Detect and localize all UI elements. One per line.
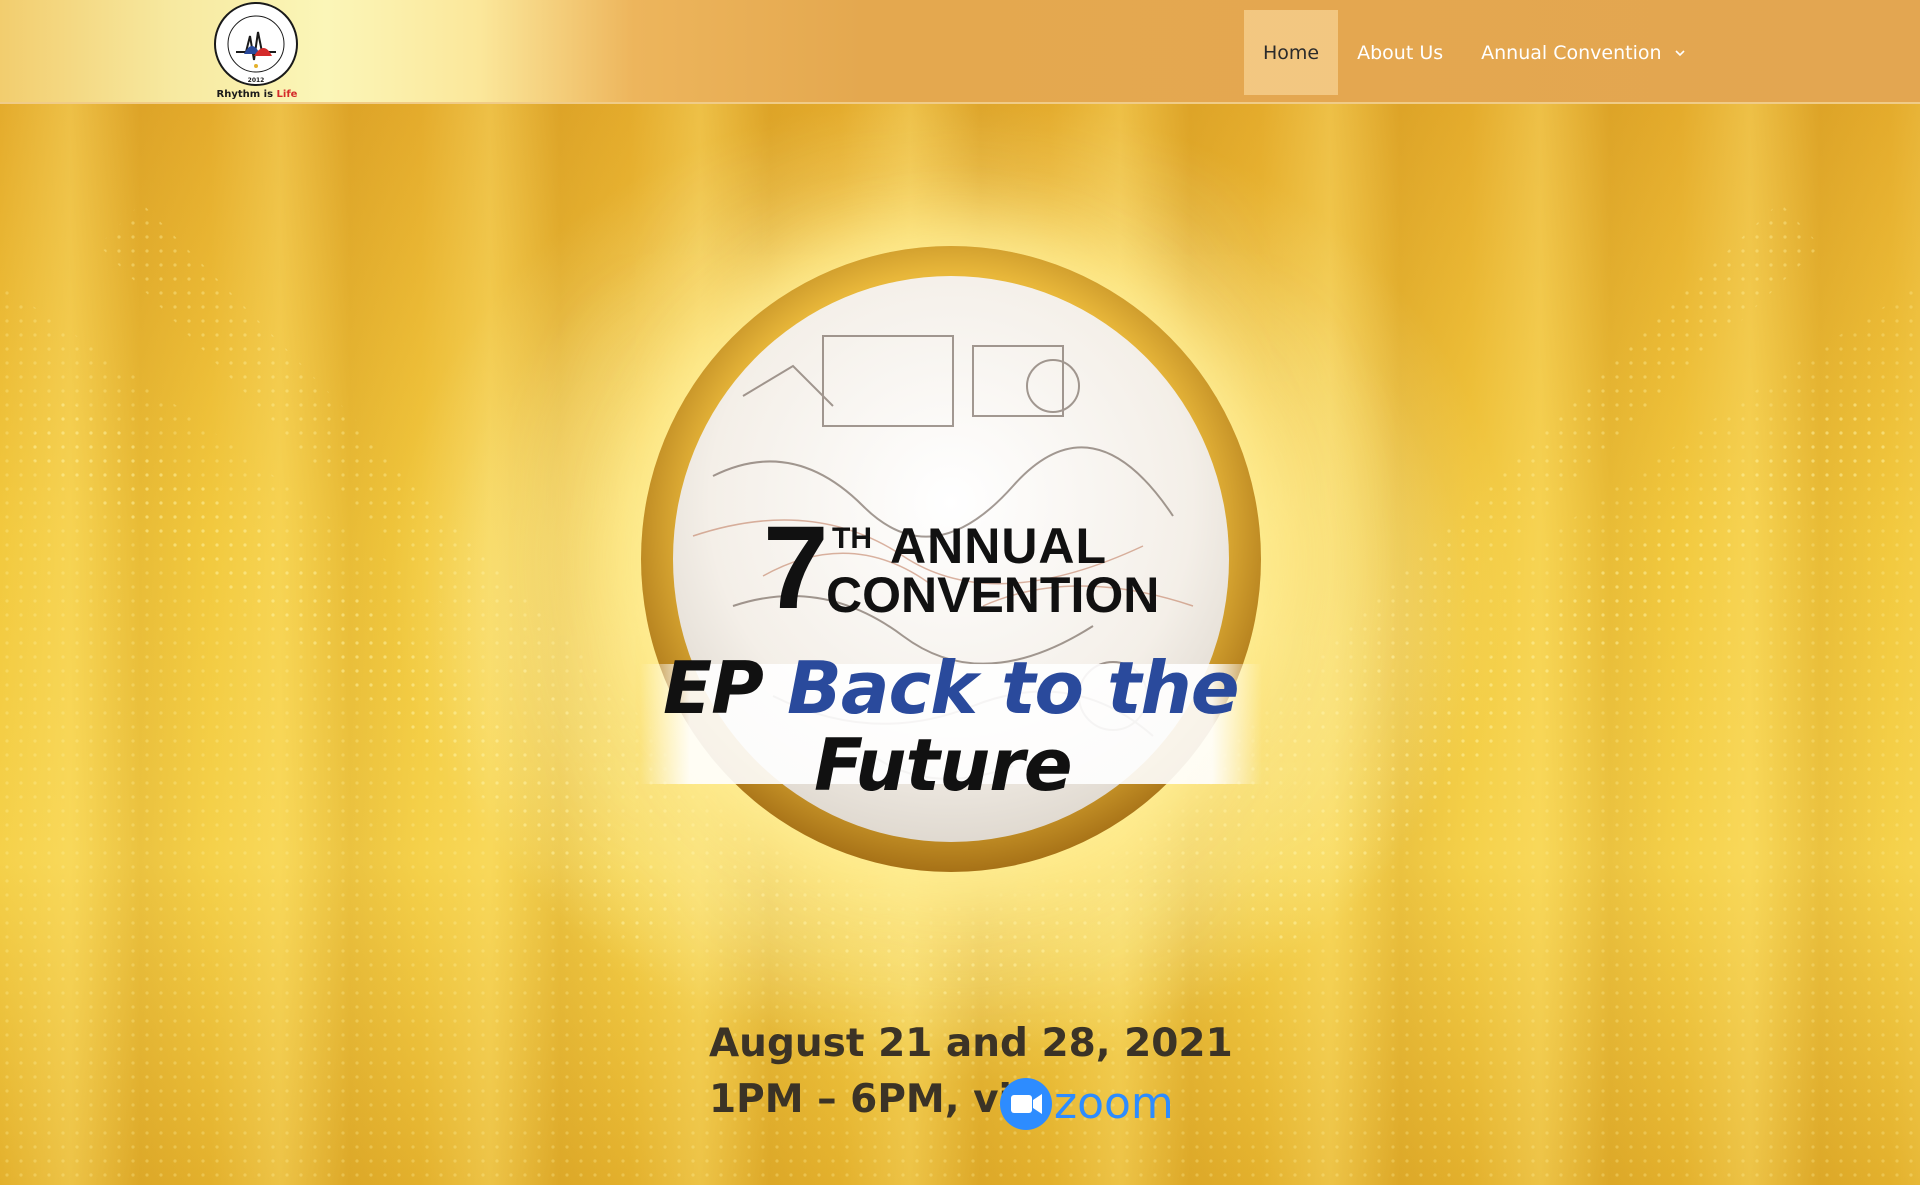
title-convention: CONVENTION (826, 567, 1160, 623)
tagline-prefix: Rhythm is (216, 89, 277, 100)
nav-item-about-us-label: About Us (1357, 41, 1444, 64)
main-nav: Home About Us Annual Convention (1244, 10, 1705, 95)
nav-item-annual-convention[interactable]: Annual Convention (1462, 10, 1704, 95)
society-seal-icon: 2012 (214, 2, 298, 86)
event-date: August 21 and 28, 2021 (709, 1021, 1233, 1066)
nav-item-about-us[interactable]: About Us (1338, 10, 1462, 95)
chevron-down-icon[interactable] (1674, 47, 1686, 59)
logo-tagline: Rhythm is Life (212, 89, 302, 100)
tagline-highlight: Life (276, 89, 298, 100)
nav-item-home-label: Home (1263, 41, 1320, 64)
zoom-wordmark: zoom (1054, 1078, 1174, 1129)
hero-banner: 7 TH ANNUAL CONVENTION EP Back to the Fu… (0, 104, 1920, 1185)
zoom-logo: zoom (1000, 1078, 1174, 1130)
theme-title-line2: Future (814, 723, 1073, 807)
theme-prefix: EP (663, 646, 788, 730)
zoom-camera-icon (1000, 1078, 1052, 1130)
theme-highlight: Back to the (787, 646, 1240, 730)
nav-item-annual-convention-label: Annual Convention (1481, 41, 1662, 64)
event-time: 1PM – 6PM, via (709, 1077, 1039, 1122)
ordinal-number: 7 (763, 502, 829, 634)
site-logo[interactable]: 2012 Rhythm is Life (212, 0, 302, 104)
site-header: 2012 Rhythm is Life Home About Us Annual… (0, 0, 1920, 104)
theme-title-line1: EP Back to the (663, 652, 1240, 724)
ordinal-suffix: TH (832, 522, 872, 555)
nav-item-home[interactable]: Home (1244, 10, 1339, 95)
title-annual: ANNUAL (890, 518, 1108, 574)
seal-year: 2012 (248, 77, 265, 84)
